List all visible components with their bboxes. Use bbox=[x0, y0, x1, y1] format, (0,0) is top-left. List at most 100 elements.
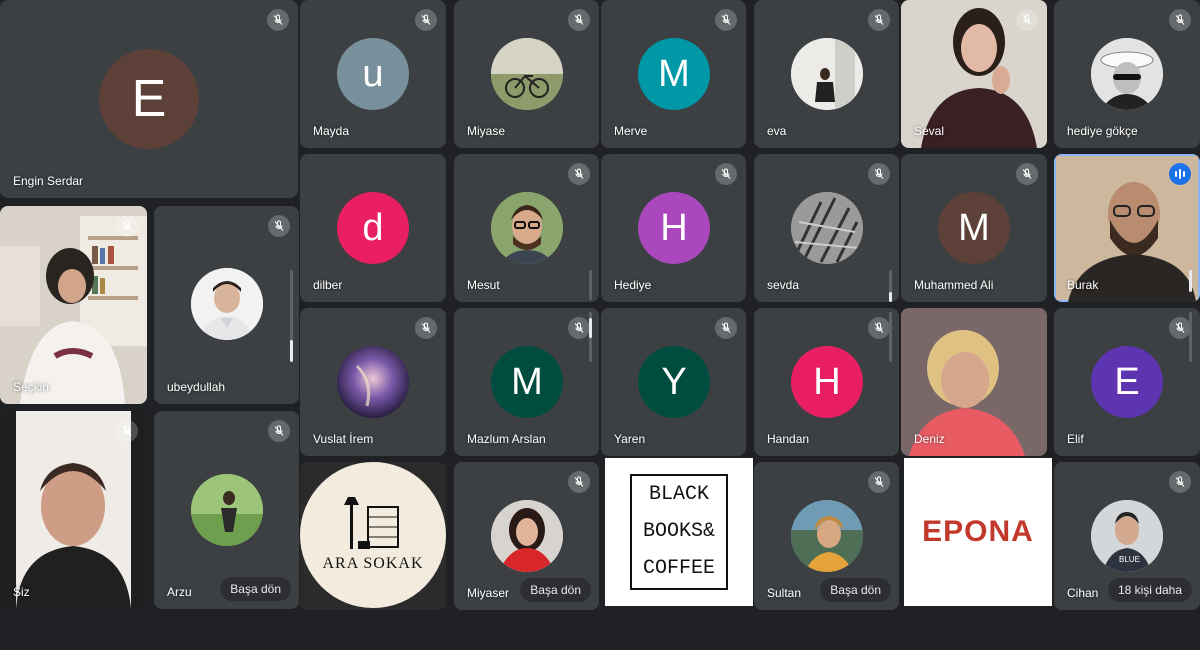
participant-tile-deniz[interactable]: Deniz bbox=[901, 308, 1047, 456]
avatar bbox=[191, 474, 263, 546]
scrollbar[interactable] bbox=[1189, 270, 1192, 292]
avatar bbox=[491, 500, 563, 572]
participant-name: hediye gökçe bbox=[1067, 124, 1138, 138]
participant-tile-seval[interactable]: Seval bbox=[901, 0, 1047, 148]
participant-tile-mesut[interactable]: Mesut bbox=[454, 154, 599, 302]
participant-name: Mayda bbox=[313, 124, 350, 138]
mic-off-icon bbox=[1169, 317, 1191, 339]
participant-tile-yaren[interactable]: Y Yaren bbox=[601, 308, 746, 456]
avatar: u bbox=[337, 38, 409, 110]
mic-off-icon bbox=[415, 9, 437, 31]
participant-tile-miyaser[interactable]: Miyaser Başa dön bbox=[454, 462, 599, 610]
participant-tile-mayda[interactable]: u Mayda bbox=[300, 0, 446, 148]
participant-tile-vuslat-irem[interactable]: Vuslat İrem bbox=[300, 308, 446, 456]
mic-off-icon bbox=[868, 317, 890, 339]
mic-off-icon bbox=[1016, 9, 1038, 31]
participant-tile-hediye[interactable]: H Hediye bbox=[601, 154, 746, 302]
avatar: Y bbox=[638, 346, 710, 418]
ara-sokak-logo: ARA SOKAK bbox=[300, 462, 446, 608]
participant-name: eva bbox=[767, 124, 787, 138]
avatar: H bbox=[791, 346, 863, 418]
mic-off-icon bbox=[268, 215, 290, 237]
participant-tile-muhammed-ali[interactable]: M Muhammed Ali bbox=[901, 154, 1047, 302]
more-participants-button[interactable]: 18 kişi daha bbox=[1107, 578, 1192, 602]
mic-off-icon bbox=[715, 9, 737, 31]
mic-off-icon bbox=[868, 9, 890, 31]
mic-off-icon bbox=[568, 163, 590, 185]
mic-off-icon bbox=[116, 420, 138, 442]
participant-tile-ara-sokak[interactable]: ARA SOKAK bbox=[300, 462, 446, 610]
mic-off-icon bbox=[868, 471, 890, 493]
avatar bbox=[337, 346, 409, 418]
back-to-top-button[interactable]: Başa dön bbox=[220, 577, 291, 601]
participant-name: Handan bbox=[767, 432, 810, 446]
avatar bbox=[791, 38, 863, 110]
participant-name: Burak bbox=[1067, 278, 1099, 292]
participant-tile-siz[interactable]: Siz bbox=[0, 411, 147, 609]
mic-off-icon bbox=[568, 9, 590, 31]
participant-name: ubeydullah bbox=[167, 380, 226, 394]
scrollbar[interactable] bbox=[889, 292, 892, 302]
participant-name: Miyaser bbox=[467, 586, 510, 600]
scrollbar[interactable] bbox=[589, 318, 592, 338]
participant-tile-cihan[interactable]: BLUE Cihan 18 kişi daha bbox=[1054, 462, 1200, 610]
participant-name: dilber bbox=[313, 278, 343, 292]
participant-name: Mazlum Arslan bbox=[467, 432, 546, 446]
mic-off-icon bbox=[268, 420, 290, 442]
avatar: BLUE bbox=[1091, 500, 1163, 572]
back-to-top-button[interactable]: Başa dön bbox=[520, 578, 591, 602]
participant-tile-eva[interactable]: eva bbox=[754, 0, 899, 148]
participant-tile-mazlum-arslan[interactable]: M Mazlum Arslan bbox=[454, 308, 599, 456]
avatar bbox=[191, 268, 263, 340]
mic-off-icon bbox=[715, 317, 737, 339]
participant-tile-sevda[interactable]: sevda bbox=[754, 154, 899, 302]
avatar bbox=[791, 500, 863, 572]
avatar bbox=[1091, 38, 1163, 110]
back-to-top-button[interactable]: Başa dön bbox=[820, 578, 891, 602]
participant-tile-black-books[interactable]: BLACK BOOKS& COFFEE bbox=[605, 458, 753, 606]
participant-tile-miyase[interactable]: Miyase bbox=[454, 0, 599, 148]
epona-logo: EPONA bbox=[922, 515, 1034, 548]
participant-tile-dilber[interactable]: d dilber bbox=[300, 154, 446, 302]
participant-name: Seval bbox=[914, 124, 945, 138]
participant-tile-merve[interactable]: M Merve bbox=[601, 0, 746, 148]
participant-tile-elif[interactable]: E Elif bbox=[1054, 308, 1200, 456]
participant-name: Yaren bbox=[614, 432, 646, 446]
avatar bbox=[491, 192, 563, 264]
participant-tile-ubeydullah[interactable]: ubeydullah bbox=[154, 206, 299, 404]
participant-tile-epona[interactable]: EPONA bbox=[904, 458, 1052, 606]
avatar: E bbox=[99, 49, 199, 149]
participant-name: Deniz bbox=[914, 432, 945, 446]
participant-name: Engin Serdar bbox=[13, 174, 84, 188]
avatar bbox=[491, 38, 563, 110]
participant-tile-arzu[interactable]: Arzu Başa dön bbox=[154, 411, 299, 609]
avatar: d bbox=[337, 192, 409, 264]
participant-name: Siz bbox=[13, 585, 30, 599]
participant-tile-burak[interactable]: Burak bbox=[1054, 154, 1200, 302]
participant-tile-handan[interactable]: H Handan bbox=[754, 308, 899, 456]
participant-name: Miyase bbox=[467, 124, 506, 138]
mic-off-icon bbox=[415, 317, 437, 339]
participant-tile-engin-serdar[interactable]: E Engin Serdar bbox=[0, 0, 298, 198]
svg-text:BLUE: BLUE bbox=[1119, 555, 1140, 564]
mic-off-icon bbox=[1169, 471, 1191, 493]
scrollbar-track bbox=[1189, 312, 1192, 362]
mic-off-icon bbox=[1016, 163, 1038, 185]
logo-line: COFFEE bbox=[642, 557, 715, 581]
participant-tile-sultan[interactable]: Sultan Başa dön bbox=[754, 462, 899, 610]
participant-name: Hediye bbox=[614, 278, 652, 292]
mic-off-icon bbox=[267, 9, 289, 31]
avatar: M bbox=[491, 346, 563, 418]
participant-name: sevda bbox=[767, 278, 800, 292]
participant-tile-hediye-gokce[interactable]: hediye gökçe bbox=[1054, 0, 1200, 148]
participant-name: Cihan bbox=[1067, 586, 1099, 600]
speaking-indicator-icon bbox=[1169, 163, 1191, 185]
participant-tile-seckin[interactable]: Seçkin bbox=[0, 206, 147, 404]
mic-off-icon bbox=[568, 471, 590, 493]
participant-name: Muhammed Ali bbox=[914, 278, 994, 292]
logo-line: BOOKS& bbox=[642, 519, 715, 543]
mic-off-icon bbox=[715, 163, 737, 185]
mic-off-icon bbox=[116, 215, 138, 237]
scrollbar[interactable] bbox=[290, 340, 293, 362]
avatar: H bbox=[638, 192, 710, 264]
